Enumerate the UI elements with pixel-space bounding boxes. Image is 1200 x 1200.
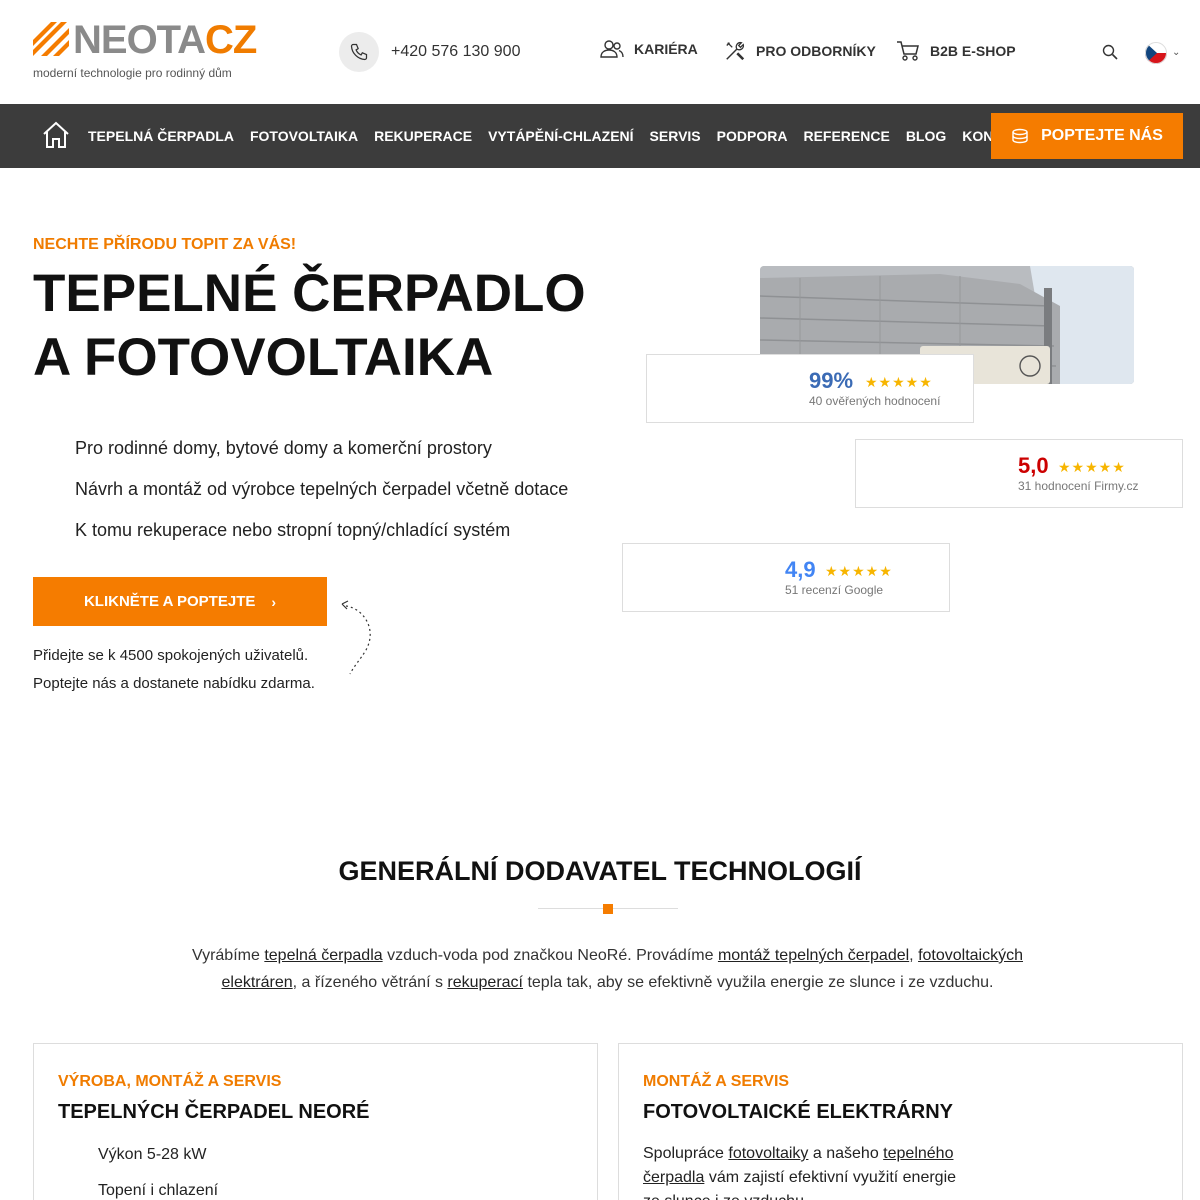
nav-item-heating-cooling[interactable]: VYTÁPĚNÍ-CHLAZENÍ (488, 128, 633, 144)
inquiry-button[interactable]: POPTEJTE NÁS (991, 113, 1183, 159)
career-label: KARIÉRA (634, 41, 698, 57)
hero-inquiry-button[interactable]: KLIKNĚTE A POPTEJTE › (33, 577, 327, 626)
inquiry-button-label: POPTEJTE NÁS (1041, 127, 1163, 144)
coins-icon (1012, 128, 1028, 144)
hero-note-line: Přidejte se k 4500 spokojených uživatelů… (33, 647, 309, 664)
review-card-verified[interactable]: 99% ★★★★★ 40 ověřených hodnocení (646, 354, 974, 423)
review-score: 5,0 (1018, 453, 1049, 478)
career-link[interactable]: KARIÉRA (600, 40, 698, 58)
link-heat-pumps[interactable]: tepelná čerpadla (264, 947, 382, 964)
card-title: FOTOVOLTAICKÉ ELEKTRÁRNY (643, 1101, 953, 1123)
nav-item-support[interactable]: PODPORA (717, 128, 788, 144)
card-text-part: Spolupráce (643, 1145, 729, 1162)
cart-icon (897, 41, 919, 61)
b2b-eshop-label: B2B E-SHOP (930, 43, 1016, 59)
review-card-firmy[interactable]: 5,0 ★★★★★ 31 hodnocení Firmy.cz (855, 439, 1183, 508)
section-divider-dot (603, 904, 613, 914)
hero-bullets: Pro rodinné domy, bytové domy a komerční… (75, 436, 568, 559)
dashed-arrow-icon (341, 600, 371, 675)
link-recuperation[interactable]: rekuperací (447, 974, 523, 991)
logo-word-cz: CZ (205, 18, 257, 62)
review-card-google[interactable]: 4,9 ★★★★★ 51 recenzí Google (622, 543, 950, 612)
hero-note: Přidejte se k 4500 spokojených uživatelů… (33, 642, 315, 698)
card-eyebrow: VÝROBA, MONTÁŽ A SERVIS (58, 1073, 282, 1090)
language-flag-border (1145, 42, 1167, 64)
hero-title: TEPELNÉ ČERPADLO A FOTOVOLTAIKA (33, 262, 653, 390)
card-text: Spolupráce fotovoltaiky a našeho tepelné… (643, 1142, 973, 1200)
star-rating-icon: ★★★★★ (825, 563, 893, 579)
hero-bullet: Pro rodinné domy, bytové domy a komerční… (75, 438, 492, 458)
hero-inquiry-button-label: KLIKNĚTE A POPTEJTE (83, 593, 256, 610)
professionals-link[interactable]: PRO ODBORNÍKY (724, 40, 876, 62)
professionals-label: PRO ODBORNÍKY (756, 43, 876, 59)
link-heat-pump-installation[interactable]: montáž tepelných čerpadel (718, 947, 909, 964)
nav-item-blog[interactable]: BLOG (906, 128, 946, 144)
card-title: TEPELNÝCH ČERPADEL NEORÉ (58, 1101, 370, 1123)
top-bar: NEOTACZ moderní technologie pro rodinný … (0, 0, 1200, 104)
section-text-part: vzduch-voda pod značkou NeoRé. Provádíme (382, 947, 718, 964)
logo-wordmark: NEOTACZ (73, 18, 257, 62)
hero-title-line-2: A FOTOVOLTAIKA (33, 328, 494, 387)
logo[interactable]: NEOTACZ moderní technologie pro rodinný … (33, 18, 257, 88)
card-list-item: Topení i chlazení (98, 1182, 219, 1199)
logo-mark-icon (33, 22, 69, 56)
hero-bullet: Návrh a montáž od výrobce tepelných čerp… (75, 479, 569, 499)
hero-bullet: K tomu rekuperace nebo stropní topný/chl… (75, 520, 511, 540)
section-text-part: , (909, 947, 919, 964)
chevron-down-icon[interactable]: ⌄ (1172, 47, 1180, 58)
card-text-part: a našeho (808, 1145, 884, 1162)
nav-item-heat-pumps[interactable]: TEPELNÁ ČERPADLA (88, 128, 234, 144)
section-text-part: , a řízeného větrání s (292, 974, 448, 991)
link-photovoltaics[interactable]: fotovoltaiky (728, 1145, 808, 1162)
hero-eyebrow: NECHTE PŘÍRODU TOPIT ZA VÁS! (33, 236, 297, 253)
logo-word-neota: NEOTA (73, 18, 206, 62)
phone-number: +420 576 130 900 (391, 43, 521, 60)
chevron-right-icon: › (271, 593, 277, 610)
review-subtext: 31 hodnocení Firmy.cz (1018, 479, 1139, 493)
logo-tagline: moderní technologie pro rodinný dům (33, 66, 232, 80)
review-score: 99% (809, 368, 854, 393)
card-heat-pumps: VÝROBA, MONTÁŽ A SERVIS TEPELNÝCH ČERPAD… (33, 1043, 598, 1200)
section-title: GENERÁLNÍ DODAVATEL TECHNOLOGIÍ (338, 856, 862, 886)
section-text-part: Vyrábíme (192, 947, 265, 964)
b2b-eshop-link[interactable]: B2B E-SHOP (896, 40, 1016, 62)
review-score: 4,9 (785, 557, 816, 582)
card-eyebrow: MONTÁŽ A SERVIS (643, 1073, 790, 1090)
users-icon (600, 40, 624, 58)
nav-items: TEPELNÁ ČERPADLA FOTOVOLTAIKA REKUPERACE… (88, 104, 1046, 168)
nav-item-references[interactable]: REFERENCE (803, 128, 889, 144)
card-list: Výkon 5-28 kW Topení i chlazení (98, 1144, 218, 1200)
phone-link[interactable]: +420 576 130 900 (339, 32, 520, 72)
star-rating-icon: ★★★★★ (1058, 459, 1126, 475)
tools-icon (726, 41, 745, 61)
section-text: Vyrábíme tepelná čerpadla vzduch-voda po… (180, 942, 1035, 996)
star-rating-icon: ★★★★★ (865, 374, 933, 390)
nav-item-photovoltaics[interactable]: FOTOVOLTAIKA (250, 128, 358, 144)
search-icon[interactable] (1102, 44, 1118, 60)
phone-icon (339, 32, 379, 72)
hero-note-line: Poptejte nás a dostanete nabídku zdarma. (33, 675, 315, 692)
section-text-part: tepla tak, aby se efektivně využila ener… (523, 974, 994, 991)
card-list-item: Výkon 5-28 kW (98, 1146, 207, 1163)
home-icon[interactable] (41, 120, 71, 150)
nav-item-service[interactable]: SERVIS (650, 128, 701, 144)
review-subtext: 51 recenzí Google (785, 583, 884, 597)
nav-item-recuperation[interactable]: REKUPERACE (374, 128, 472, 144)
review-subtext: 40 ověřených hodnocení (809, 394, 941, 408)
hero-title-line-1: TEPELNÉ ČERPADLO (33, 264, 586, 323)
card-photovoltaics: MONTÁŽ A SERVIS FOTOVOLTAICKÉ ELEKTRÁRNY… (618, 1043, 1183, 1200)
